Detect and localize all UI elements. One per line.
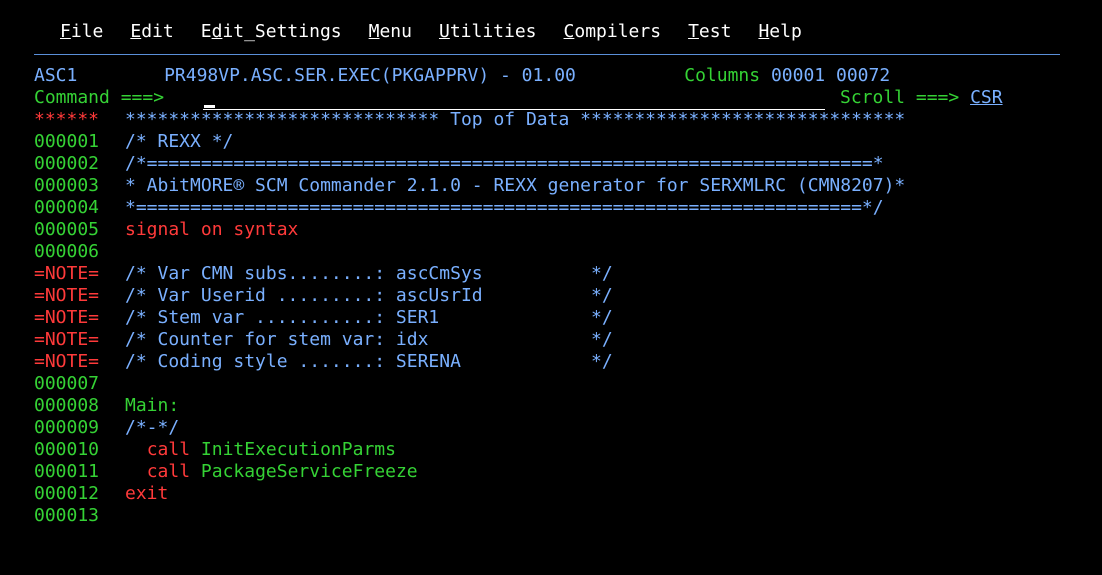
editor-line[interactable]: 000004 *=================================… xyxy=(34,197,1064,219)
menu-divider xyxy=(34,54,1060,55)
top-of-data-text: ***************************** Top of Dat… xyxy=(125,109,906,130)
line-text: /*======================================… xyxy=(125,153,884,174)
editor-line[interactable]: =NOTE=/* Stem var ...........: SER1 */ xyxy=(34,307,1064,329)
columns-label: Columns xyxy=(684,65,761,86)
menu-edit[interactable]: Edit xyxy=(130,21,173,43)
line-number[interactable]: 000006 xyxy=(34,241,125,263)
top-marker: ****** xyxy=(34,109,100,130)
editor-line[interactable]: =NOTE=/* Counter for stem var: idx */ xyxy=(34,329,1064,351)
line-number[interactable]: 000009 xyxy=(34,417,125,439)
menu-bar: File Edit Edit_Settings Menu Utilities Compil… xyxy=(60,21,829,43)
line-number[interactable]: 000003 xyxy=(34,175,125,197)
editor-line[interactable]: 000009/*-*/ xyxy=(34,417,1064,439)
text-cursor xyxy=(204,105,215,108)
editor-line[interactable]: 000007 xyxy=(34,373,1064,395)
editor-line[interactable]: 000006 xyxy=(34,241,1064,263)
columns-from: 00001 xyxy=(770,65,826,86)
note-marker[interactable]: =NOTE= xyxy=(34,263,125,285)
line-number[interactable]: 000002 xyxy=(34,153,125,175)
line-number[interactable]: 000012 xyxy=(34,483,125,505)
editor-line[interactable]: 000005 signal on syntax xyxy=(34,219,1064,241)
line-number[interactable]: 000011 xyxy=(34,461,125,483)
line-text: /* Stem var ...........: SER1 */ xyxy=(125,307,613,328)
editor-line[interactable]: =NOTE=/* Var CMN subs........: ascCmSys … xyxy=(34,263,1064,285)
dataset-name: PR498VP.ASC.SER.EXEC(PKGAPPRV) - 01.00 xyxy=(164,65,576,86)
line-text: Main: xyxy=(125,395,180,416)
menu-help[interactable]: Help xyxy=(758,21,801,43)
menu-edit-settings[interactable]: Edit_Settings xyxy=(201,21,342,43)
line-number[interactable]: 000010 xyxy=(34,439,125,461)
editor-line[interactable]: 000012 exit xyxy=(34,483,1064,505)
scroll-amount-input[interactable]: CSR xyxy=(970,87,1003,108)
columns-to: 00072 xyxy=(835,65,891,86)
line-text: /* Var Userid .........: ascUsrId */ xyxy=(125,285,613,306)
line-text: /*-*/ xyxy=(125,417,180,438)
command-label: Command ===> xyxy=(34,87,165,108)
editor-line[interactable]: 000010 call InitExecutionParms xyxy=(34,439,1064,461)
editor-line[interactable]: =NOTE=/* Coding style .......: SERENA */ xyxy=(34,351,1064,373)
line-number[interactable]: 000008 xyxy=(34,395,125,417)
note-marker[interactable]: =NOTE= xyxy=(34,329,125,351)
menu-compilers[interactable]: Compilers xyxy=(564,21,662,43)
edit-mode: ASC1 xyxy=(34,65,78,86)
editor-line[interactable]: 000001/* REXX */ xyxy=(34,131,1064,153)
line-text: signal on syntax xyxy=(125,219,299,240)
line-text: /* Var CMN subs........: ascCmSys */ xyxy=(125,263,613,284)
editor-line[interactable]: 000008 Main: xyxy=(34,395,1064,417)
menu-utilities[interactable]: Utilities xyxy=(439,21,537,43)
menu-menu[interactable]: Menu xyxy=(369,21,412,43)
line-number[interactable]: 000005 xyxy=(34,219,125,241)
editor-line[interactable]: 000002/*================================… xyxy=(34,153,1064,175)
line-text: * AbitMORE® SCM Commander 2.1.0 - REXX g… xyxy=(125,175,906,196)
scroll-field: Scroll ===> CSR xyxy=(840,87,1060,109)
line-number[interactable]: 000013 xyxy=(34,505,125,527)
call-target: PackageServiceFreeze xyxy=(200,461,418,482)
scroll-label: Scroll ===> xyxy=(840,87,960,108)
line-number[interactable]: 000004 xyxy=(34,197,125,219)
keyword: call xyxy=(146,439,191,460)
command-input[interactable] xyxy=(203,87,825,110)
note-marker[interactable]: =NOTE= xyxy=(34,351,125,373)
keyword: call xyxy=(146,461,191,482)
call-target: InitExecutionParms xyxy=(200,439,396,460)
note-marker[interactable]: =NOTE= xyxy=(34,307,125,329)
line-text: /* REXX */ xyxy=(125,131,234,152)
note-marker[interactable]: =NOTE= xyxy=(34,285,125,307)
menu-file[interactable]: File xyxy=(60,21,103,43)
editor-line[interactable]: 000013 xyxy=(34,505,1064,527)
editor-line[interactable]: 000003 * AbitMORE® SCM Commander 2.1.0 - … xyxy=(34,175,1064,197)
editor-line[interactable]: 000011 call PackageServiceFreeze xyxy=(34,461,1064,483)
menu-test[interactable]: Test xyxy=(688,21,731,43)
line-text: *=======================================… xyxy=(125,197,884,218)
line-text: /* Counter for stem var: idx */ xyxy=(125,329,613,350)
line-text: /* Coding style .......: SERENA */ xyxy=(125,351,613,372)
line-number[interactable]: 000001 xyxy=(34,131,125,153)
top-of-data-line: ****** ***************************** Top … xyxy=(34,109,1064,131)
ispf-editor-screen: File Edit Edit_Settings Menu Utilities Compil… xyxy=(0,0,1102,575)
editor-line[interactable]: =NOTE=/* Var Userid .........: ascUsrId … xyxy=(34,285,1064,307)
line-text: exit xyxy=(125,483,169,504)
line-number[interactable]: 000007 xyxy=(34,373,125,395)
title-line: ASC1 PR498VP.ASC.SER.EXEC(PKGAPPRV) - 01… xyxy=(34,65,1064,87)
